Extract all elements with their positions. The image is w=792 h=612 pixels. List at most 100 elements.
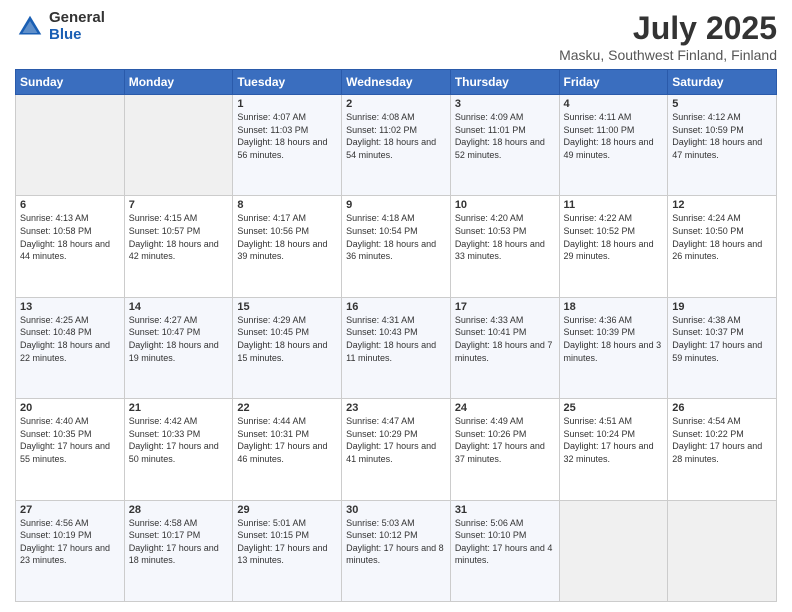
calendar-cell: 8Sunrise: 4:17 AMSunset: 10:56 PMDayligh…: [233, 196, 342, 297]
day-number: 14: [129, 301, 229, 313]
day-info: Sunrise: 5:06 AMSunset: 10:10 PMDaylight…: [455, 517, 555, 567]
day-number: 23: [346, 402, 446, 414]
day-number: 11: [564, 199, 664, 211]
logo-general-text: General: [49, 10, 105, 27]
calendar-header-row: SundayMondayTuesdayWednesdayThursdayFrid…: [16, 70, 777, 95]
calendar-cell: 5Sunrise: 4:12 AMSunset: 10:59 PMDayligh…: [668, 95, 777, 196]
calendar-cell: 2Sunrise: 4:08 AMSunset: 11:02 PMDayligh…: [342, 95, 451, 196]
day-info: Sunrise: 4:08 AMSunset: 11:02 PMDaylight…: [346, 111, 446, 161]
day-number: 21: [129, 402, 229, 414]
calendar-cell: 18Sunrise: 4:36 AMSunset: 10:39 PMDaylig…: [559, 297, 668, 398]
calendar-cell: [559, 500, 668, 601]
subtitle: Masku, Southwest Finland, Finland: [559, 47, 777, 63]
day-number: 6: [20, 199, 120, 211]
day-number: 9: [346, 199, 446, 211]
calendar-cell: 21Sunrise: 4:42 AMSunset: 10:33 PMDaylig…: [124, 399, 233, 500]
main-title: July 2025: [559, 10, 777, 47]
day-info: Sunrise: 5:01 AMSunset: 10:15 PMDaylight…: [237, 517, 337, 567]
day-number: 5: [672, 98, 772, 110]
day-number: 20: [20, 402, 120, 414]
day-number: 29: [237, 504, 337, 516]
day-number: 3: [455, 98, 555, 110]
day-info: Sunrise: 4:56 AMSunset: 10:19 PMDaylight…: [20, 517, 120, 567]
day-info: Sunrise: 4:54 AMSunset: 10:22 PMDaylight…: [672, 415, 772, 465]
day-info: Sunrise: 4:13 AMSunset: 10:58 PMDaylight…: [20, 212, 120, 262]
page: General Blue July 2025 Masku, Southwest …: [0, 0, 792, 612]
calendar-week-row: 20Sunrise: 4:40 AMSunset: 10:35 PMDaylig…: [16, 399, 777, 500]
calendar-week-row: 27Sunrise: 4:56 AMSunset: 10:19 PMDaylig…: [16, 500, 777, 601]
calendar-table: SundayMondayTuesdayWednesdayThursdayFrid…: [15, 69, 777, 602]
day-number: 4: [564, 98, 664, 110]
calendar-cell: 7Sunrise: 4:15 AMSunset: 10:57 PMDayligh…: [124, 196, 233, 297]
day-info: Sunrise: 5:03 AMSunset: 10:12 PMDaylight…: [346, 517, 446, 567]
day-info: Sunrise: 4:51 AMSunset: 10:24 PMDaylight…: [564, 415, 664, 465]
day-number: 17: [455, 301, 555, 313]
day-number: 12: [672, 199, 772, 211]
weekday-header: Friday: [559, 70, 668, 95]
logo-blue-text: Blue: [49, 27, 105, 44]
day-info: Sunrise: 4:22 AMSunset: 10:52 PMDaylight…: [564, 212, 664, 262]
day-info: Sunrise: 4:49 AMSunset: 10:26 PMDaylight…: [455, 415, 555, 465]
day-number: 26: [672, 402, 772, 414]
day-info: Sunrise: 4:44 AMSunset: 10:31 PMDaylight…: [237, 415, 337, 465]
calendar-cell: 20Sunrise: 4:40 AMSunset: 10:35 PMDaylig…: [16, 399, 125, 500]
day-number: 31: [455, 504, 555, 516]
day-number: 27: [20, 504, 120, 516]
calendar-cell: 12Sunrise: 4:24 AMSunset: 10:50 PMDaylig…: [668, 196, 777, 297]
calendar-cell: 16Sunrise: 4:31 AMSunset: 10:43 PMDaylig…: [342, 297, 451, 398]
day-number: 22: [237, 402, 337, 414]
calendar-cell: 17Sunrise: 4:33 AMSunset: 10:41 PMDaylig…: [450, 297, 559, 398]
calendar-cell: 28Sunrise: 4:58 AMSunset: 10:17 PMDaylig…: [124, 500, 233, 601]
day-info: Sunrise: 4:58 AMSunset: 10:17 PMDaylight…: [129, 517, 229, 567]
calendar-cell: 3Sunrise: 4:09 AMSunset: 11:01 PMDayligh…: [450, 95, 559, 196]
calendar-cell: 9Sunrise: 4:18 AMSunset: 10:54 PMDayligh…: [342, 196, 451, 297]
calendar-cell: 23Sunrise: 4:47 AMSunset: 10:29 PMDaylig…: [342, 399, 451, 500]
day-number: 10: [455, 199, 555, 211]
day-info: Sunrise: 4:25 AMSunset: 10:48 PMDaylight…: [20, 314, 120, 364]
calendar-cell: 14Sunrise: 4:27 AMSunset: 10:47 PMDaylig…: [124, 297, 233, 398]
day-info: Sunrise: 4:17 AMSunset: 10:56 PMDaylight…: [237, 212, 337, 262]
day-number: 19: [672, 301, 772, 313]
logo-icon: [15, 12, 45, 42]
day-info: Sunrise: 4:18 AMSunset: 10:54 PMDaylight…: [346, 212, 446, 262]
calendar-week-row: 6Sunrise: 4:13 AMSunset: 10:58 PMDayligh…: [16, 196, 777, 297]
calendar-cell: 22Sunrise: 4:44 AMSunset: 10:31 PMDaylig…: [233, 399, 342, 500]
day-info: Sunrise: 4:38 AMSunset: 10:37 PMDaylight…: [672, 314, 772, 364]
day-number: 30: [346, 504, 446, 516]
day-info: Sunrise: 4:29 AMSunset: 10:45 PMDaylight…: [237, 314, 337, 364]
day-number: 13: [20, 301, 120, 313]
calendar-cell: 29Sunrise: 5:01 AMSunset: 10:15 PMDaylig…: [233, 500, 342, 601]
calendar-week-row: 13Sunrise: 4:25 AMSunset: 10:48 PMDaylig…: [16, 297, 777, 398]
day-number: 15: [237, 301, 337, 313]
calendar-cell: [16, 95, 125, 196]
day-number: 2: [346, 98, 446, 110]
day-info: Sunrise: 4:12 AMSunset: 10:59 PMDaylight…: [672, 111, 772, 161]
day-number: 8: [237, 199, 337, 211]
calendar-cell: 31Sunrise: 5:06 AMSunset: 10:10 PMDaylig…: [450, 500, 559, 601]
calendar-cell: 27Sunrise: 4:56 AMSunset: 10:19 PMDaylig…: [16, 500, 125, 601]
day-info: Sunrise: 4:40 AMSunset: 10:35 PMDaylight…: [20, 415, 120, 465]
calendar-cell: 26Sunrise: 4:54 AMSunset: 10:22 PMDaylig…: [668, 399, 777, 500]
calendar-week-row: 1Sunrise: 4:07 AMSunset: 11:03 PMDayligh…: [16, 95, 777, 196]
calendar-cell: 1Sunrise: 4:07 AMSunset: 11:03 PMDayligh…: [233, 95, 342, 196]
calendar-cell: 11Sunrise: 4:22 AMSunset: 10:52 PMDaylig…: [559, 196, 668, 297]
weekday-header: Tuesday: [233, 70, 342, 95]
day-number: 18: [564, 301, 664, 313]
calendar-cell: 6Sunrise: 4:13 AMSunset: 10:58 PMDayligh…: [16, 196, 125, 297]
weekday-header: Wednesday: [342, 70, 451, 95]
calendar-cell: 25Sunrise: 4:51 AMSunset: 10:24 PMDaylig…: [559, 399, 668, 500]
logo: General Blue: [15, 10, 105, 43]
calendar-cell: 10Sunrise: 4:20 AMSunset: 10:53 PMDaylig…: [450, 196, 559, 297]
weekday-header: Sunday: [16, 70, 125, 95]
calendar-cell: [124, 95, 233, 196]
calendar-cell: 30Sunrise: 5:03 AMSunset: 10:12 PMDaylig…: [342, 500, 451, 601]
weekday-header: Saturday: [668, 70, 777, 95]
day-info: Sunrise: 4:31 AMSunset: 10:43 PMDaylight…: [346, 314, 446, 364]
calendar-cell: 15Sunrise: 4:29 AMSunset: 10:45 PMDaylig…: [233, 297, 342, 398]
calendar-cell: 4Sunrise: 4:11 AMSunset: 11:00 PMDayligh…: [559, 95, 668, 196]
calendar-cell: 19Sunrise: 4:38 AMSunset: 10:37 PMDaylig…: [668, 297, 777, 398]
day-info: Sunrise: 4:47 AMSunset: 10:29 PMDaylight…: [346, 415, 446, 465]
day-info: Sunrise: 4:24 AMSunset: 10:50 PMDaylight…: [672, 212, 772, 262]
calendar-cell: [668, 500, 777, 601]
weekday-header: Monday: [124, 70, 233, 95]
